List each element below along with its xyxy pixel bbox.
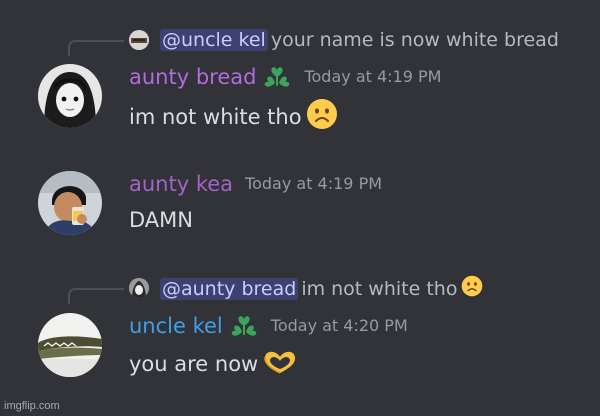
username-aunty-bread[interactable]: aunty bread	[129, 65, 256, 89]
reply-text[interactable]: your name is now white bread	[271, 29, 559, 51]
message-content: im not white tho	[129, 98, 338, 138]
reply-reference[interactable]: @aunty bread im not white tho	[0, 275, 600, 304]
reply-reference[interactable]: @uncle kel your name is now white bread	[0, 27, 600, 56]
frowning-face-icon	[461, 275, 483, 304]
avatar[interactable]	[38, 313, 102, 377]
message-text: you are now	[129, 352, 259, 376]
timestamp[interactable]: Today at 4:19 PM	[304, 67, 441, 86]
frowning-face-icon[interactable]	[306, 98, 338, 138]
timestamp[interactable]: Today at 4:19 PM	[245, 174, 382, 193]
chat-message-list: @uncle kel your name is now white bread a…	[0, 0, 600, 416]
message-content: DAMN	[129, 205, 193, 235]
reply-avatar[interactable]	[129, 30, 149, 50]
reply-spine	[68, 288, 124, 304]
reply-text[interactable]: im not white tho	[301, 278, 457, 300]
heart-hands-icon[interactable]	[262, 347, 298, 383]
message-header: aunty bread Today at 4:19 PM	[129, 62, 441, 92]
clover-badge-icon	[229, 313, 259, 339]
message-text: im not white tho	[129, 105, 302, 129]
reply-mention[interactable]: @uncle kel	[160, 29, 268, 51]
message-text: DAMN	[129, 208, 193, 232]
reply-spine	[68, 40, 124, 56]
message-header: aunty kea Today at 4:19 PM	[129, 169, 382, 199]
reply-avatar[interactable]	[129, 278, 149, 298]
watermark: imgflip.com	[4, 400, 60, 412]
reply-mention[interactable]: @aunty bread	[160, 278, 299, 300]
username-uncle-kel[interactable]: uncle kel	[129, 314, 223, 338]
clover-badge-icon	[262, 64, 292, 90]
avatar[interactable]	[38, 64, 102, 128]
message-header: uncle kel Today at 4:20 PM	[129, 311, 408, 341]
avatar[interactable]	[38, 171, 102, 235]
timestamp[interactable]: Today at 4:20 PM	[271, 316, 408, 335]
username-aunty-kea[interactable]: aunty kea	[129, 172, 233, 196]
message-content: you are now	[129, 347, 298, 383]
